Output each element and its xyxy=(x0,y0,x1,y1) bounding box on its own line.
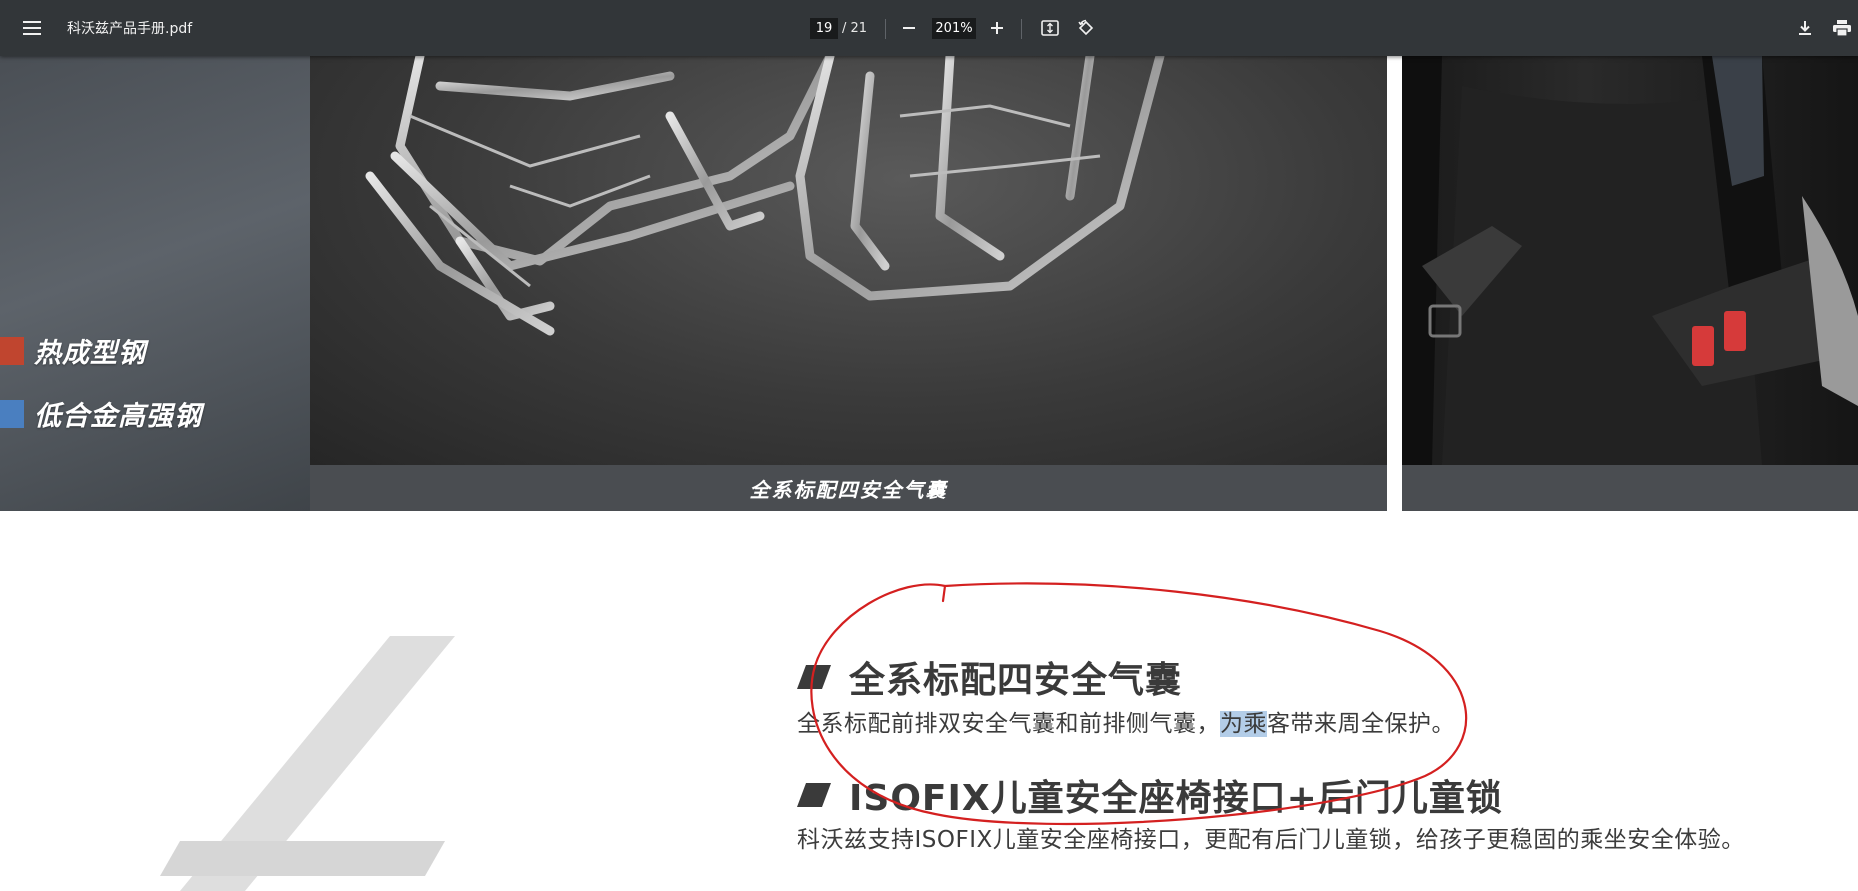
section-body: 全系标配前排双安全气囊和前排侧气囊，为乘客带来周全保护。 xyxy=(797,704,1455,738)
section-airbags: 全系标配四安全气囊 xyxy=(797,651,1182,703)
fit-page-icon xyxy=(1041,20,1059,36)
zoom-in-icon xyxy=(991,22,1003,34)
child-seat-image xyxy=(1402,56,1858,465)
fit-page-button[interactable] xyxy=(1034,12,1066,44)
pdf-toolbar: 科沃兹产品手册.pdf / 21 xyxy=(0,0,1858,56)
zoom-input[interactable] xyxy=(932,18,976,39)
decorative-slash-graphic xyxy=(160,636,455,891)
seat-belt-illustration xyxy=(1402,56,1858,465)
body-text: 客带来周全保护。 xyxy=(1267,711,1455,737)
selected-text[interactable]: 为乘 xyxy=(1220,711,1267,737)
file-title: 科沃兹产品手册.pdf xyxy=(67,21,193,37)
legend-swatch xyxy=(0,399,24,428)
photo-caption: 全系标配四安全气囊 xyxy=(749,477,948,502)
page-total: / 21 xyxy=(842,21,868,36)
rotate-icon xyxy=(1078,19,1094,36)
pdf-page: 热成型钢 低合金高强钢 全系标配四安全气囊 全系标配四安全气囊 全系标配前排双安… xyxy=(0,56,1858,891)
photo-caption-bar: 全系标配四安全气囊 xyxy=(310,465,1387,511)
section-title: ISOFIX儿童安全座椅接口+后门儿童锁 xyxy=(849,778,1503,819)
menu-button[interactable] xyxy=(14,12,50,44)
section-title: 全系标配四安全气囊 xyxy=(849,660,1183,701)
toolbar-divider xyxy=(1021,19,1022,39)
rotate-button[interactable] xyxy=(1070,12,1102,44)
menu-icon xyxy=(23,21,41,35)
section-marker-icon xyxy=(797,665,831,689)
section-marker-icon xyxy=(797,783,831,807)
print-button[interactable] xyxy=(1826,12,1858,44)
toolbar-divider xyxy=(885,19,886,39)
legend-item-hot-formed-steel: 热成型钢 xyxy=(0,331,146,370)
zoom-in-button[interactable] xyxy=(981,12,1013,44)
zoom-out-button[interactable] xyxy=(893,12,925,44)
page-number-input[interactable] xyxy=(810,18,838,39)
legend-label: 热成型钢 xyxy=(34,338,146,369)
body-text: 全系标配前排双安全气囊和前排侧气囊， xyxy=(797,711,1220,737)
right-caption-bar xyxy=(1402,465,1858,511)
download-button[interactable] xyxy=(1789,12,1821,44)
car-body-frame-image xyxy=(310,56,1387,465)
print-icon xyxy=(1833,20,1851,36)
section-body: 科沃兹支持ISOFIX儿童安全座椅接口，更配有后门儿童锁，给孩子更稳固的乘坐安全… xyxy=(797,827,1745,853)
legend-swatch xyxy=(0,336,24,365)
legend-item-low-alloy-steel: 低合金高强钢 xyxy=(0,394,202,433)
legend-label: 低合金高强钢 xyxy=(34,401,202,432)
zoom-out-icon xyxy=(903,27,915,29)
spread-gap xyxy=(1387,56,1402,511)
download-icon xyxy=(1799,21,1811,35)
legend-panel: 热成型钢 低合金高强钢 xyxy=(0,56,310,511)
section-isofix: ISOFIX儿童安全座椅接口+后门儿童锁 xyxy=(797,769,1503,821)
car-body-frame-illustration xyxy=(365,56,1165,336)
